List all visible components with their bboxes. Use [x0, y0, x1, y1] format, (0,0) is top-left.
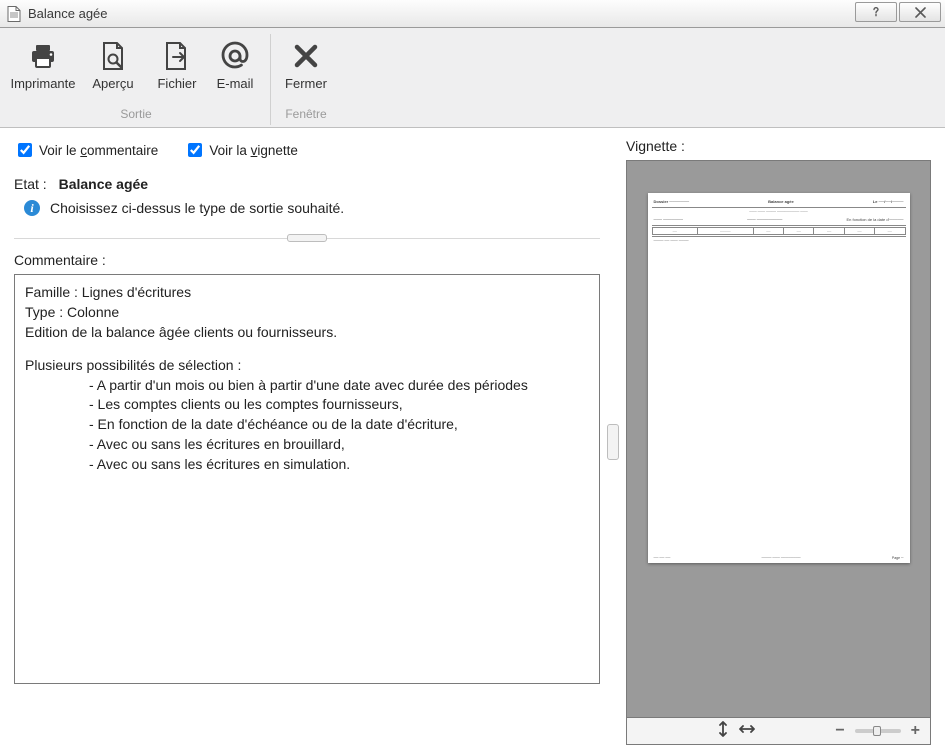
vignette-controls: − +: [626, 717, 931, 745]
commentaire-line: - En fonction de la date d'échéance ou d…: [25, 415, 589, 434]
splitter-handle-icon: [607, 424, 619, 460]
preview-icon: [98, 38, 128, 74]
commentaire-line: - Avec ou sans les écritures en simulati…: [25, 455, 589, 474]
print-button[interactable]: Imprimante: [8, 34, 78, 93]
etat-label: Etat :: [14, 176, 47, 192]
vignette-page-thumb: Dossier ───────Balance agéeLe ──/──/────…: [648, 193, 910, 563]
etat-value: Balance agée: [59, 176, 149, 192]
checkbox-voir-commentaire[interactable]: Voir le commentaire: [14, 140, 158, 160]
close-window-button[interactable]: [899, 2, 941, 22]
checkbox-voir-vignette[interactable]: Voir la vignette: [184, 140, 298, 160]
commentaire-line: - Avec ou sans les écritures en brouilla…: [25, 435, 589, 454]
group-caption-sortie: Sortie: [8, 107, 264, 125]
body: Voir le commentaire Voir la vignette Eta…: [0, 128, 945, 755]
commentaire-line: Edition de la balance âgée clients ou fo…: [25, 323, 589, 342]
horizontal-splitter[interactable]: [14, 234, 600, 244]
print-label: Imprimante: [10, 76, 75, 91]
export-file-icon: [162, 38, 192, 74]
fit-horizontal-button[interactable]: [739, 723, 755, 738]
splitter-handle-icon: [287, 234, 327, 242]
window-title: Balance agée: [28, 6, 108, 21]
checkbox-voir-commentaire-label: Voir le commentaire: [39, 143, 158, 158]
vertical-splitter[interactable]: [610, 138, 616, 745]
checkbox-voir-vignette-input[interactable]: [188, 143, 202, 157]
dialog-window: Balance agée: [0, 0, 945, 755]
close-label: Fermer: [285, 76, 327, 91]
commentaire-box: Famille : Lignes d'écritures Type : Colo…: [14, 274, 600, 684]
commentaire-line: - Les comptes clients ou les comptes fou…: [25, 395, 589, 414]
info-text: Choisissez ci-dessus le type de sortie s…: [50, 200, 344, 216]
info-line: i Choisissez ci-dessus le type de sortie…: [14, 200, 600, 216]
checkbox-voir-commentaire-input[interactable]: [18, 143, 32, 157]
group-caption-fenetre: Fenêtre: [277, 107, 335, 125]
vignette-title: Vignette :: [626, 138, 931, 154]
left-pane: Voir le commentaire Voir la vignette Eta…: [0, 138, 610, 745]
vignette-preview: Dossier ───────Balance agéeLe ──/──/────…: [626, 160, 931, 718]
preview-label: Aperçu: [92, 76, 133, 91]
titlebar: Balance agée: [0, 0, 945, 28]
email-label: E-mail: [217, 76, 254, 91]
at-sign-icon: [219, 38, 251, 74]
info-icon: i: [24, 200, 40, 216]
etat-line: Etat : Balance agée: [14, 176, 600, 192]
zoom-slider[interactable]: [855, 729, 901, 733]
commentaire-title: Commentaire :: [14, 252, 600, 268]
close-button[interactable]: Fermer: [277, 34, 335, 93]
slider-knob-icon: [873, 726, 881, 736]
zoom-out-button[interactable]: −: [835, 722, 844, 740]
email-button[interactable]: E-mail: [206, 34, 264, 93]
commentaire-line: Plusieurs possibilités de sélection :: [25, 356, 589, 375]
commentaire-line: - A partir d'un mois ou bien à partir d'…: [25, 376, 589, 395]
commentaire-line: Famille : Lignes d'écritures: [25, 283, 589, 302]
file-label: Fichier: [157, 76, 196, 91]
commentaire-line: Type : Colonne: [25, 303, 589, 322]
zoom-in-button[interactable]: +: [911, 722, 920, 740]
close-icon: [293, 38, 319, 74]
document-icon: [6, 6, 22, 22]
toolbar: Imprimante Aperçu: [0, 28, 945, 128]
help-button[interactable]: [855, 2, 897, 22]
preview-button[interactable]: Aperçu: [78, 34, 148, 93]
file-button[interactable]: Fichier: [148, 34, 206, 93]
printer-icon: [27, 38, 59, 74]
fit-vertical-button[interactable]: [717, 721, 729, 740]
checkbox-voir-vignette-label: Voir la vignette: [209, 143, 298, 158]
right-pane: Vignette : Dossier ───────Balance agéeLe…: [616, 138, 945, 745]
